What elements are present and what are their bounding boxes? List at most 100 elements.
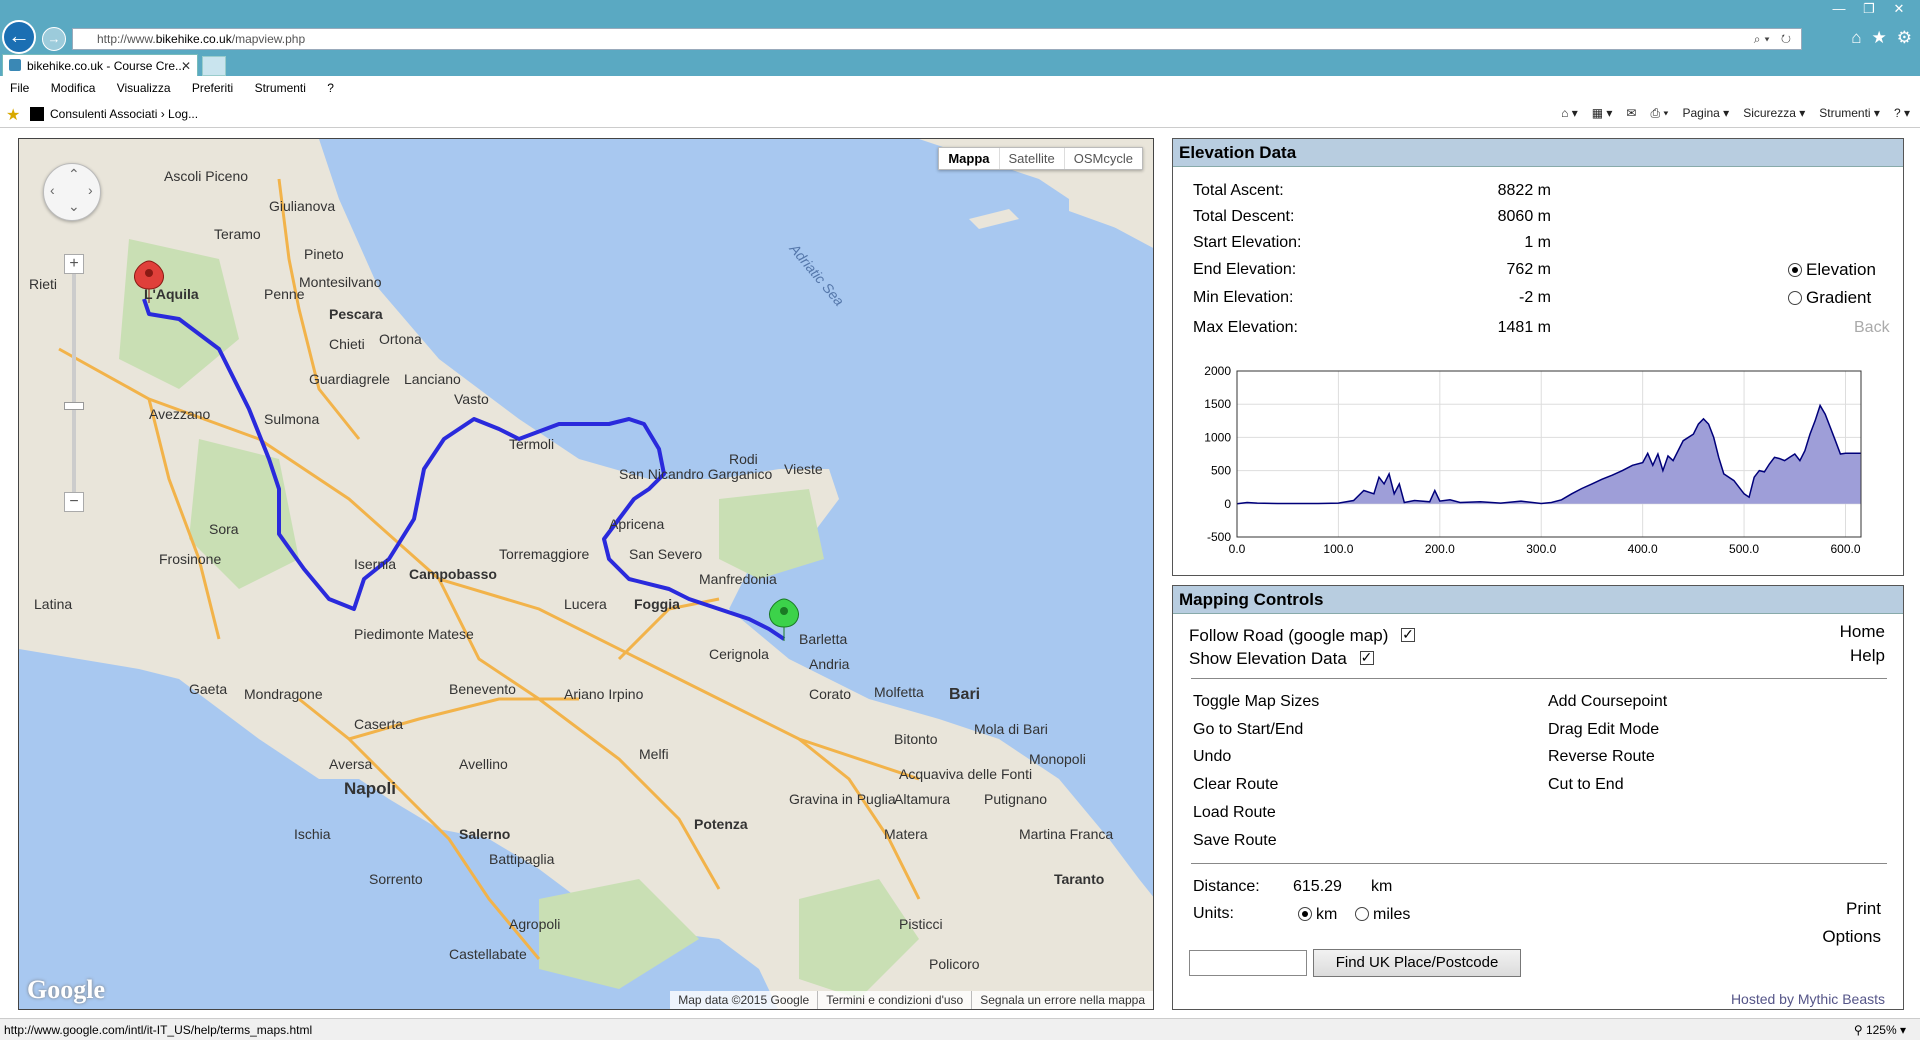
zoom-out-icon[interactable]: − <box>64 492 84 512</box>
menu-strumenti[interactable]: Strumenti <box>245 76 314 95</box>
elevation-title: Elevation Data <box>1173 139 1903 167</box>
unit-miles-option[interactable]: miles <box>1355 906 1410 924</box>
load-route-link[interactable]: Load Route <box>1193 804 1276 822</box>
label-teramo: Teramo <box>214 226 261 242</box>
hosted-by-link[interactable]: Hosted by Mythic Beasts <box>1731 991 1885 1007</box>
follow-road-option[interactable]: Follow Road (google map) <box>1189 626 1416 646</box>
label-gaeta: Gaeta <box>189 681 227 697</box>
gradient-mode-option[interactable]: Gradient <box>1788 288 1871 308</box>
show-elevation-checkbox[interactable] <box>1359 649 1374 666</box>
y-tick-label: 500 <box>1211 464 1231 478</box>
unit-km-option[interactable]: km <box>1298 906 1337 924</box>
home-icon[interactable]: ⌂ <box>1851 28 1861 48</box>
back-arrow-icon[interactable]: ← <box>2 20 36 54</box>
map-type-satellite[interactable]: Satellite <box>998 148 1064 169</box>
undo-link[interactable]: Undo <box>1193 748 1231 766</box>
route-map[interactable]: Ascoli Piceno Teramo Giulianova Pineto M… <box>18 138 1154 1010</box>
options-link[interactable]: Options <box>1822 927 1881 947</box>
add-coursepoint-link[interactable]: Add Coursepoint <box>1548 693 1667 711</box>
pan-right-icon[interactable]: › <box>88 182 93 198</box>
help-link[interactable]: Help <box>1850 646 1885 666</box>
cmd-sicurezza[interactable]: Sicurezza ▾ <box>1743 106 1805 121</box>
x-tick-label: 300.0 <box>1526 542 1556 556</box>
label-taranto: Taranto <box>1054 871 1104 887</box>
label-policoro: Policoro <box>929 956 980 972</box>
save-route-link[interactable]: Save Route <box>1193 832 1277 850</box>
minimize-icon[interactable]: — <box>1824 0 1854 18</box>
gear-icon[interactable]: ⚙ <box>1897 28 1912 48</box>
total-descent-label: Total Descent: <box>1193 208 1295 225</box>
label-andria: Andria <box>809 656 850 672</box>
back-button[interactable]: Back <box>1854 319 1890 337</box>
print-icon[interactable]: ⎙ ▾ <box>1650 106 1668 121</box>
menu-visualizza[interactable]: Visualizza <box>107 76 179 95</box>
start-marker-dot <box>145 269 153 277</box>
label-montesilvano: Montesilvano <box>299 274 382 290</box>
follow-road-checkbox[interactable] <box>1401 626 1416 643</box>
menu-modifica[interactable]: Modifica <box>41 76 104 95</box>
menu-bar: File Modifica Visualizza Preferiti Strum… <box>0 76 1920 100</box>
end-elevation-value: 762 m <box>1506 261 1551 278</box>
label-vasto: Vasto <box>454 391 489 407</box>
map-terms-link[interactable]: Termini e condizioni d'uso <box>817 991 971 1009</box>
drag-edit-mode-link[interactable]: Drag Edit Mode <box>1548 721 1659 739</box>
close-icon[interactable]: ✕ <box>1884 0 1914 18</box>
browser-tab[interactable]: bikehike.co.uk - Course Cre... ✕ <box>2 54 198 76</box>
show-elevation-option[interactable]: Show Elevation Data <box>1189 649 1374 669</box>
menu-file[interactable]: File <box>0 76 37 95</box>
unit-km-radio[interactable] <box>1298 907 1312 921</box>
go-to-start-end-link[interactable]: Go to Start/End <box>1193 721 1303 739</box>
clear-route-link[interactable]: Clear Route <box>1193 776 1278 794</box>
find-place-button[interactable]: Find UK Place/Postcode <box>1313 949 1521 977</box>
tab-close-icon[interactable]: ✕ <box>181 55 191 77</box>
cut-to-end-link[interactable]: Cut to End <box>1548 776 1624 794</box>
label-guardiagrele: Guardiagrele <box>309 371 390 387</box>
home-link[interactable]: Home <box>1840 622 1885 642</box>
cmd-help[interactable]: ? ▾ <box>1894 106 1910 121</box>
cmd-strumenti[interactable]: Strumenti ▾ <box>1819 106 1880 121</box>
address-bar[interactable]: http://www.bikehike.co.uk/mapview.php ⌕▾… <box>72 28 1802 50</box>
map-type-osmcycle[interactable]: OSMcycle <box>1063 148 1142 169</box>
label-corato: Corato <box>809 686 851 702</box>
reverse-route-link[interactable]: Reverse Route <box>1548 748 1655 766</box>
label-bitonto: Bitonto <box>894 731 938 747</box>
elevation-chart: 2000 1500 1000 500 0 -500 0.0 100.0 200.0 300.0 4… <box>1204 364 1862 556</box>
mail-icon[interactable]: ✉ <box>1626 106 1636 121</box>
elevation-mode-option[interactable]: Elevation <box>1788 260 1876 280</box>
zoom-slider-handle[interactable] <box>64 402 84 410</box>
zoom-track[interactable] <box>72 274 76 492</box>
label-manfredonia: Manfredonia <box>699 571 777 587</box>
restore-icon[interactable]: ❐ <box>1854 0 1884 18</box>
label-caserta: Caserta <box>354 716 403 732</box>
status-bar: http://www.google.com/intl/it-IT_US/help… <box>0 1018 1920 1040</box>
place-postcode-input[interactable] <box>1189 950 1307 976</box>
gradient-radio[interactable] <box>1788 291 1802 305</box>
zoom-level[interactable]: ⚲ 125% ▾ <box>1854 1019 1906 1041</box>
pan-control[interactable]: ⌃ ⌄ ‹ › <box>43 163 101 221</box>
search-refresh-icon[interactable]: ⌕▾ ↻ <box>1754 29 1795 49</box>
map-report-error-link[interactable]: Segnala un errore nella mappa <box>971 991 1153 1009</box>
pan-down-icon[interactable]: ⌄ <box>68 198 80 215</box>
pan-left-icon[interactable]: ‹ <box>50 182 55 198</box>
elevation-radio[interactable] <box>1788 263 1802 277</box>
toggle-map-sizes-link[interactable]: Toggle Map Sizes <box>1193 693 1319 711</box>
unit-miles-radio[interactable] <box>1355 907 1369 921</box>
home-dropdown-icon[interactable]: ⌂ ▾ <box>1561 106 1578 121</box>
print-link[interactable]: Print <box>1846 899 1881 919</box>
cmd-pagina[interactable]: Pagina ▾ <box>1682 106 1729 121</box>
menu-help[interactable]: ? <box>317 76 342 95</box>
add-favorite-star-icon[interactable]: ★ <box>6 105 20 125</box>
pan-up-icon[interactable]: ⌃ <box>68 166 80 183</box>
zoom-in-icon[interactable]: + <box>64 254 84 274</box>
site-favicon-icon <box>9 59 21 71</box>
map-type-mappa[interactable]: Mappa <box>939 148 998 169</box>
menu-preferiti[interactable]: Preferiti <box>182 76 241 95</box>
map-data-credit: Map data ©2015 Google <box>678 993 810 1007</box>
forward-arrow-icon[interactable]: → <box>42 27 66 51</box>
feeds-icon[interactable]: ▦ ▾ <box>1592 106 1613 121</box>
new-tab-button[interactable] <box>202 56 226 76</box>
label-ortona: Ortona <box>379 331 422 347</box>
favorite-link[interactable]: Consulenti Associati › Log... <box>30 107 198 121</box>
y-tick-labels: 2000 1500 1000 500 0 -500 <box>1204 364 1231 544</box>
favorites-star-icon[interactable]: ★ <box>1872 28 1887 48</box>
